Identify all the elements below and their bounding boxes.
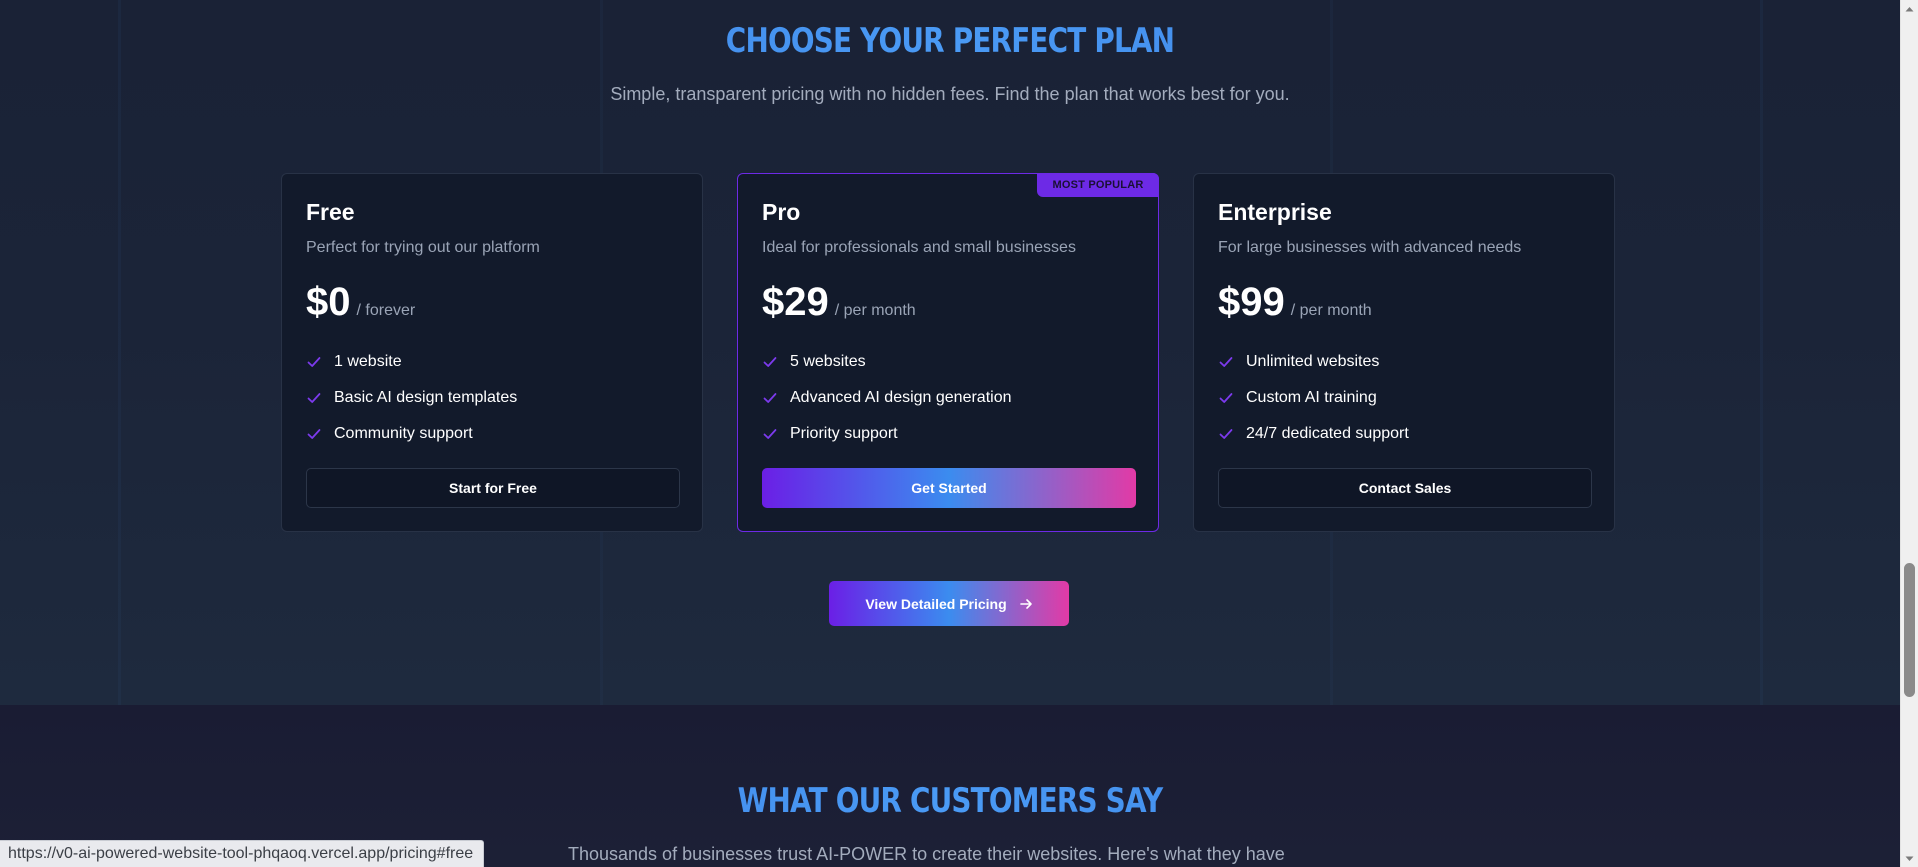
start-for-free-button[interactable]: Start for Free xyxy=(306,468,680,508)
feature-label: 24/7 dedicated support xyxy=(1246,425,1409,442)
feature-item: Priority support xyxy=(762,416,1134,452)
plan-description: For large businesses with advanced needs xyxy=(1218,239,1522,256)
plan-description: Perfect for trying out our platform xyxy=(306,239,540,256)
plan-period: / forever xyxy=(356,302,416,319)
get-started-button[interactable]: Get Started xyxy=(762,468,1136,508)
status-bar-url: https://v0-ai-powered-website-tool-phqao… xyxy=(0,840,485,867)
check-icon xyxy=(1219,393,1233,403)
plan-price: $29 xyxy=(762,280,829,324)
plan-card-enterprise: Enterprise For large businesses with adv… xyxy=(1193,173,1615,532)
plan-name: Pro xyxy=(762,199,801,225)
feature-label: Custom AI training xyxy=(1246,389,1377,406)
page: CHOOSE YOUR PERFECT PLAN Simple, transpa… xyxy=(0,0,1918,867)
plan-card-pro: MOST POPULAR Pro Ideal for professionals… xyxy=(737,173,1159,532)
feature-item: Basic AI design templates xyxy=(306,380,678,416)
feature-list: 5 websites Advanced AI design generation… xyxy=(762,344,1134,452)
plan-price: $99 xyxy=(1218,280,1285,324)
feature-item: Unlimited websites xyxy=(1218,344,1590,380)
check-icon xyxy=(307,429,321,439)
check-icon xyxy=(763,429,777,439)
view-detailed-pricing-label: View Detailed Pricing xyxy=(865,595,1007,612)
plan-period: / per month xyxy=(1290,302,1372,319)
plan-price: $0 xyxy=(306,280,351,324)
plan-description: Ideal for professionals and small busine… xyxy=(762,239,1076,256)
scroll-down-arrow-icon[interactable] xyxy=(1901,850,1918,867)
price-row: $0 / forever xyxy=(306,280,678,324)
plan-period: / per month xyxy=(834,302,916,319)
plan-card-free: Free Perfect for trying out our platform… xyxy=(281,173,703,532)
check-icon xyxy=(763,393,777,403)
scrollbar-thumb[interactable] xyxy=(1904,563,1915,697)
check-icon xyxy=(307,357,321,367)
feature-label: Unlimited websites xyxy=(1246,353,1380,370)
check-icon xyxy=(1219,429,1233,439)
feature-label: Basic AI design templates xyxy=(334,389,518,406)
feature-item: Advanced AI design generation xyxy=(762,380,1134,416)
price-row: $29 / per month xyxy=(762,280,1134,324)
check-icon xyxy=(307,393,321,403)
feature-label: 1 website xyxy=(334,353,402,370)
pricing-heading: CHOOSE YOUR PERFECT PLAN xyxy=(171,21,1729,61)
check-icon xyxy=(1219,357,1233,367)
feature-label: 5 websites xyxy=(790,353,866,370)
arrow-right-icon xyxy=(1019,598,1032,609)
feature-item: 1 website xyxy=(306,344,678,380)
feature-list: 1 website Basic AI design templates Comm… xyxy=(306,344,678,452)
feature-item: 5 websites xyxy=(762,344,1134,380)
plan-name: Enterprise xyxy=(1218,199,1332,225)
testimonials-subheading: Thousands of businesses trust AI-POWER t… xyxy=(568,844,1285,864)
check-icon xyxy=(763,357,777,367)
plan-name: Free xyxy=(306,199,355,225)
feature-list: Unlimited websites Custom AI training 24… xyxy=(1218,344,1590,452)
feature-label: Community support xyxy=(334,425,473,442)
testimonials-heading: WHAT OUR CUSTOMERS SAY xyxy=(171,781,1729,821)
price-row: $99 / per month xyxy=(1218,280,1590,324)
feature-item: 24/7 dedicated support xyxy=(1218,416,1590,452)
feature-label: Advanced AI design generation xyxy=(790,389,1012,406)
view-detailed-pricing-button[interactable]: View Detailed Pricing xyxy=(829,581,1069,626)
feature-item: Custom AI training xyxy=(1218,380,1590,416)
vertical-scrollbar[interactable] xyxy=(1900,0,1918,867)
pricing-section: CHOOSE YOUR PERFECT PLAN Simple, transpa… xyxy=(0,0,1900,705)
contact-sales-button[interactable]: Contact Sales xyxy=(1218,468,1592,508)
feature-item: Community support xyxy=(306,416,678,452)
feature-label: Priority support xyxy=(790,425,898,442)
pricing-subheading: Simple, transparent pricing with no hidd… xyxy=(610,84,1290,104)
most-popular-badge: MOST POPULAR xyxy=(1037,173,1159,197)
scroll-up-arrow-icon[interactable] xyxy=(1901,0,1918,17)
